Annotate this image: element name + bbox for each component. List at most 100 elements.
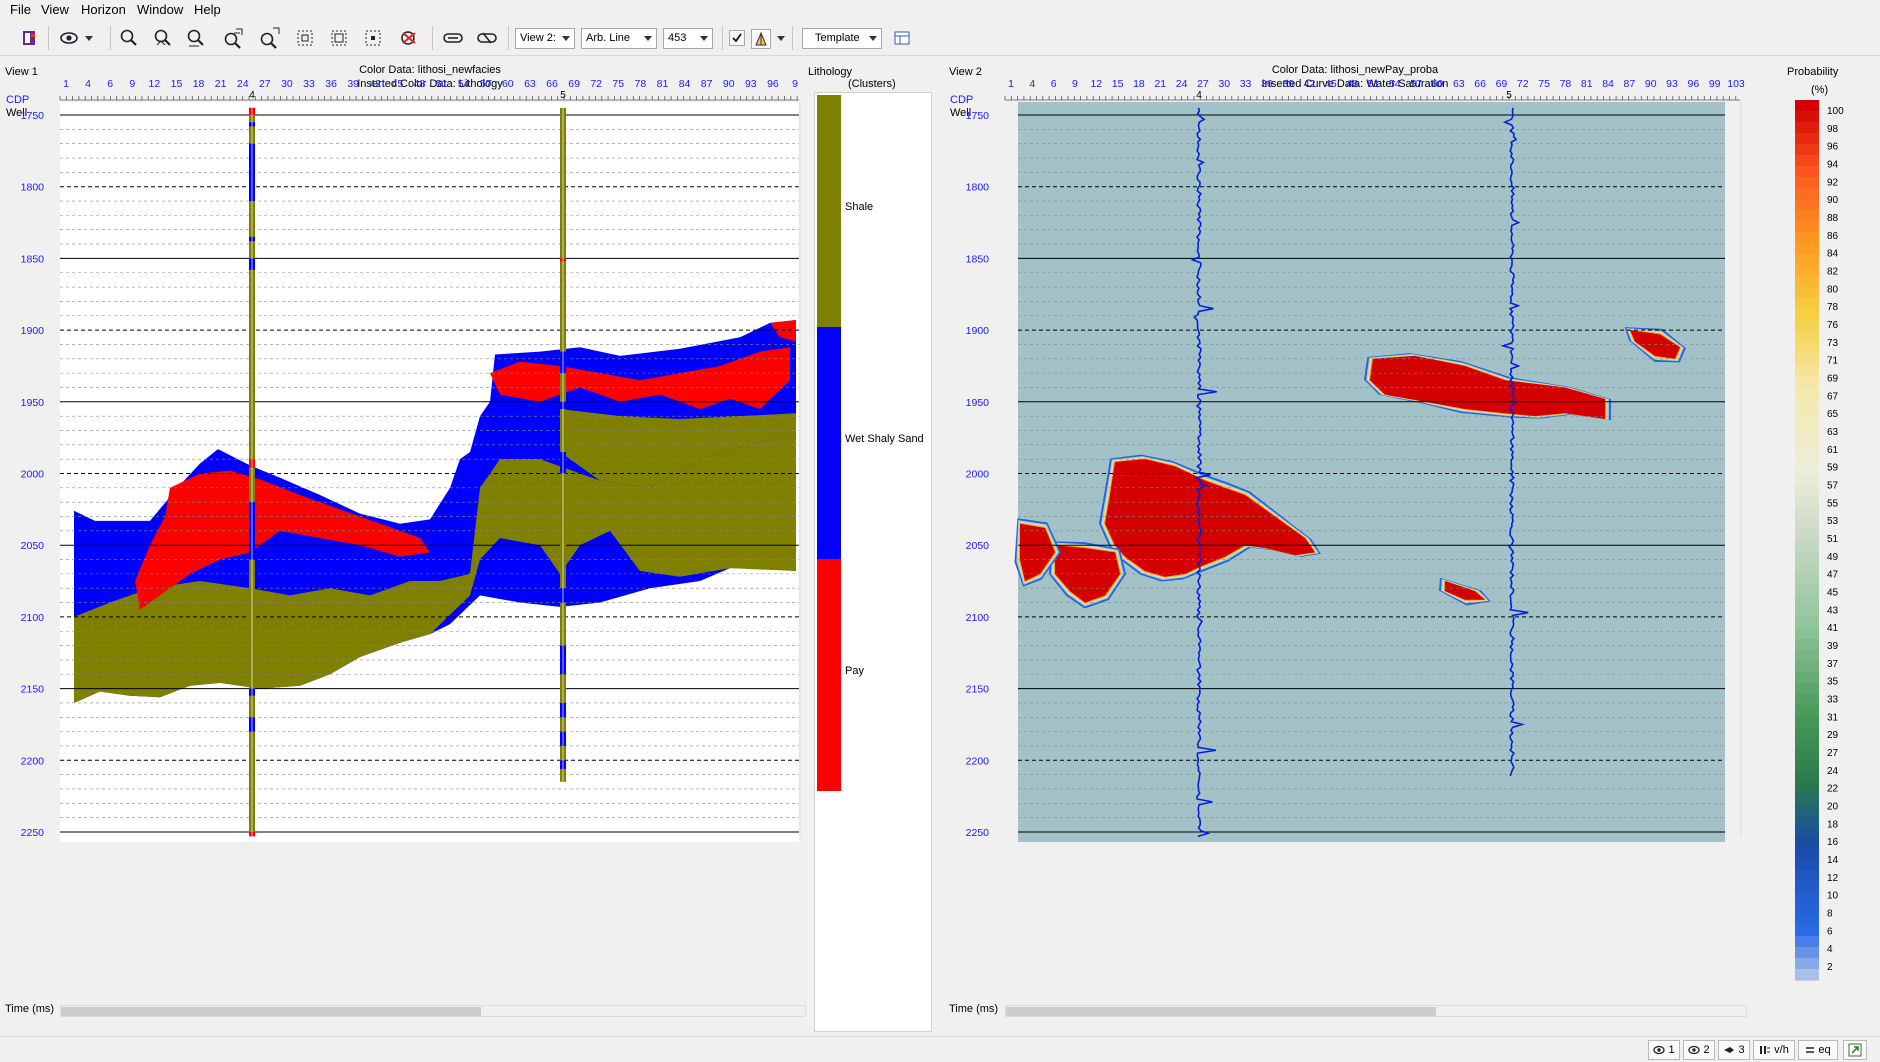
menu-window[interactable]: Window (137, 2, 183, 17)
view2-cdp-tick-label: 90 (1645, 78, 1657, 90)
legend-swatch-wet-sand (817, 327, 841, 559)
view1-cdp-tick-label: 42 (369, 78, 381, 90)
layout-icon (1760, 1046, 1771, 1054)
view2-cdp-tick-label: 18 (1133, 78, 1145, 90)
probability-tick-label: 100 (1827, 106, 1844, 117)
select-box-icon[interactable] (360, 26, 386, 50)
eye-icon (1653, 1045, 1666, 1055)
exit-icon[interactable] (1843, 1040, 1867, 1060)
probability-colorbar-cell (1795, 694, 1819, 706)
zoom-out-icon[interactable] (183, 26, 209, 50)
view2-cdp-tick-label: 4 (1029, 78, 1035, 90)
view1-cdp-tick-label: 45 (392, 78, 404, 90)
probability-tick-label: 96 (1827, 142, 1839, 153)
probability-colorbar-cell (1795, 474, 1819, 486)
menu-help[interactable]: Help (194, 2, 221, 17)
probability-colorbar-cell (1795, 265, 1819, 277)
template-combo[interactable]: Template (802, 28, 882, 49)
zoom-fit-x-icon[interactable] (220, 26, 246, 50)
vh-button[interactable]: v/h (1753, 1040, 1795, 1060)
view2-cdp-tick-label: 75 (1538, 78, 1550, 90)
probability-colorbar-cell (1795, 177, 1819, 189)
probability-tick-label: 88 (1827, 213, 1839, 224)
well-dropdown-icon[interactable] (774, 26, 788, 50)
view1-h-scrollbar[interactable] (60, 1005, 806, 1017)
zoom-icon[interactable] (116, 26, 142, 50)
view1-time-tick-label: 2150 (21, 684, 45, 696)
view1-section-plot[interactable]: 1 4 6 9 12 15 18 21 24 27 30 33 36 39 42 45 48 51 54 57 60 63… (0, 60, 940, 1035)
probability-colorbar-cell (1795, 925, 1819, 937)
fit-selection-icon[interactable] (326, 26, 352, 50)
view1-cdp-tick-label: 93 (745, 78, 757, 90)
view2-cdp-tick-label: 54 (1389, 78, 1401, 90)
probability-colorbar-cell (1795, 243, 1819, 255)
view2-cdp-tick-label: 60 (1432, 78, 1444, 90)
clear-icon[interactable] (396, 26, 422, 50)
view2-toggle-button[interactable]: 2 (1683, 1040, 1715, 1060)
menu-horizon[interactable]: Horizon (81, 2, 126, 17)
probability-tick-label: 55 (1827, 498, 1839, 509)
menu-view[interactable]: View (41, 2, 69, 17)
checkbox-icon[interactable] (729, 30, 745, 46)
view2-cdp-tick-label: 45 (1325, 78, 1337, 90)
probability-tick-label: 53 (1827, 516, 1839, 527)
view1-cdp-tick-label: 27 (259, 78, 271, 90)
line-combo[interactable]: Arb. Line (581, 28, 657, 49)
probability-colorbar-cell (1795, 254, 1819, 266)
number-combo[interactable]: 453 (663, 28, 713, 49)
view2-h-scrollbar[interactable] (1005, 1005, 1747, 1017)
probability-colorbar-cell (1795, 837, 1819, 849)
zoom-fit-y-icon[interactable] (256, 26, 282, 50)
view2-cdp-tick-label: 15 (1112, 78, 1124, 90)
unlink-icon[interactable] (474, 26, 500, 50)
probability-colorbar-cell (1795, 771, 1819, 783)
menu-file[interactable]: File (10, 2, 31, 17)
well-icon[interactable] (751, 29, 771, 49)
probability-colorbar-cell (1795, 353, 1819, 365)
probability-colorbar-cell (1795, 133, 1819, 145)
view1-cdp-tick-label: 51 (436, 78, 448, 90)
view1-cdp-tick-label: 18 (193, 78, 205, 90)
probability-tick-label: 45 (1827, 588, 1839, 599)
eq-button[interactable]: eq (1798, 1040, 1838, 1060)
view1-cdp-tick-label: 12 (149, 78, 161, 90)
zoom-in-icon[interactable] (150, 26, 176, 50)
view1-toggle-button[interactable]: 1 (1648, 1040, 1680, 1060)
probability-tick-label: 41 (1827, 623, 1839, 634)
view2-section-plot[interactable]: 1 4 6 9 12 15 18 21 24 27 30 33 36 39 42 45 48 51 54 57 60 63… (945, 60, 1880, 1035)
probability-tick-label: 22 (1827, 784, 1839, 795)
link-icon[interactable] (440, 26, 466, 50)
probability-colorbar-cell (1795, 848, 1819, 860)
probability-colorbar-cell (1795, 309, 1819, 321)
probability-colorbar-cell (1795, 408, 1819, 420)
view1-time-tick-label: 1900 (21, 325, 45, 337)
probability-colorbar-cell (1795, 749, 1819, 761)
view3-toggle-button[interactable]: 3 (1718, 1040, 1750, 1060)
menu-bar: File View Horizon Window Help (0, 0, 1880, 19)
view-combo[interactable]: View 2: (515, 28, 575, 49)
view1-cdp-tick-label: 1 (63, 78, 69, 90)
view2-well-label: 5 (1506, 90, 1512, 101)
view2-time-tick-label: 2250 (966, 827, 990, 839)
view2-cdp-tick-label: 84 (1602, 78, 1614, 90)
panel-icon[interactable] (889, 26, 915, 50)
probability-colorbar-cell (1795, 430, 1819, 442)
probability-tick-label: 37 (1827, 659, 1839, 670)
probability-colorbar-cell (1795, 859, 1819, 871)
open-icon[interactable] (16, 26, 42, 50)
view2-cdp-tick-label: 6 (1051, 78, 1057, 90)
eye-icon[interactable] (58, 26, 84, 50)
probability-colorbar-cell (1795, 232, 1819, 244)
probability-colorbar-cell (1795, 782, 1819, 794)
fit-box-icon[interactable] (292, 26, 318, 50)
eye-dropdown-icon[interactable] (82, 26, 96, 50)
probability-legend-unit: (%) (1811, 84, 1829, 96)
probability-colorbar-cell (1795, 661, 1819, 673)
probability-colorbar-cell (1795, 364, 1819, 376)
view2-cdp-tick-label: 30 (1218, 78, 1230, 90)
probability-colorbar-cell (1795, 914, 1819, 926)
view1-cdp-tick-label: 75 (612, 78, 624, 90)
probability-tick-label: 63 (1827, 427, 1839, 438)
view2-time-tick-label: 2150 (966, 684, 990, 696)
probability-tick-label: 61 (1827, 445, 1839, 456)
